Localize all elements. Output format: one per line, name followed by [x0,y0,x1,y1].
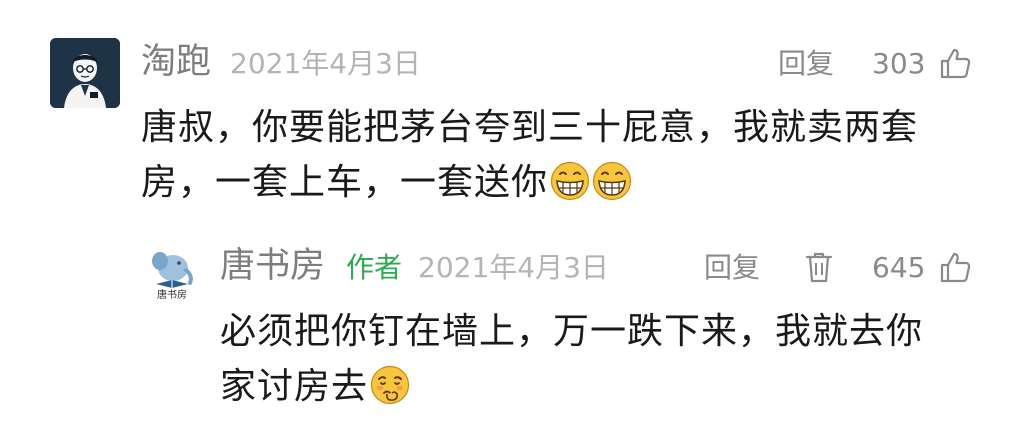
comment-text-line: 房，一套上车，一套送你 [141,155,918,210]
comment-date: 2021年4月3日 [230,47,421,80]
avatar-caption: 唐书房 [157,290,187,301]
avatar[interactable] [50,38,120,108]
comment-text-line-content: 房，一套上车，一套送你 [141,162,549,203]
reply-date: 2021年4月3日 [418,251,609,284]
thumbs-up-icon[interactable] [938,250,972,284]
like-count: 645 [872,251,926,284]
reply-text: 必须把你钉在墙上，万一跌下来，我就去你 家讨房去 [220,304,923,414]
reply-button[interactable]: 回复 [704,246,760,290]
comment-text: 唐叔，你要能把茅台夸到三十屁意，我就卖两套 房，一套上车，一套送你 [141,100,918,210]
comment-text-line: 唐叔，你要能把茅台夸到三十屁意，我就卖两套 [141,107,919,148]
reply-text-line: 家讨房去 [220,359,923,414]
shy-emoji-icon [370,365,410,405]
reply-avatar[interactable]: 唐书房 [146,246,198,304]
comment-author-name[interactable]: 淘跑 [141,40,211,84]
trash-icon[interactable] [802,250,836,284]
reply-button[interactable]: 回复 [778,42,834,86]
comment-thread: 淘跑 2021年4月3日 回复 303 唐叔，你要能把茅台夸到三十屁意，我就卖两… [0,0,1021,433]
reply-text-line-content: 家讨房去 [220,366,369,407]
grin-emoji-icon [550,161,590,201]
reply-author-name[interactable]: 唐书房 [220,244,325,288]
like-count: 303 [872,47,926,80]
thumbs-up-icon[interactable] [938,46,972,80]
grin-emoji-icon [592,161,632,201]
avatar-person-icon [50,38,120,108]
author-badge: 作者 [346,251,403,284]
reply-text-line: 必须把你钉在墙上，万一跌下来，我就去你 [220,311,924,352]
